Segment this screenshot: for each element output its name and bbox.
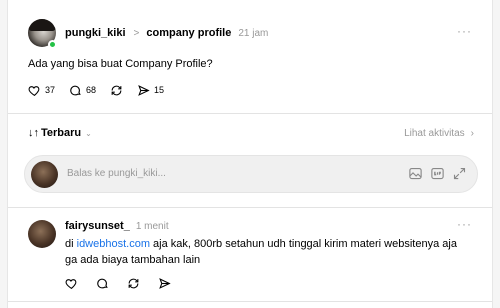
chevron-right-icon: ›: [470, 127, 474, 139]
comment-text-prefix: di: [65, 238, 77, 250]
comment-header: fairysunset_ 1 menit: [65, 220, 169, 232]
gif-icon[interactable]: [430, 166, 445, 181]
view-activity-label: Lihat aktivitas: [404, 127, 465, 139]
comment-repost-button[interactable]: [127, 277, 140, 290]
comment-username[interactable]: fairysunset_: [65, 220, 130, 232]
comment-link[interactable]: idwebhost.com: [77, 238, 150, 250]
post-more-options-icon[interactable]: ···: [457, 24, 472, 38]
heart-icon: [65, 279, 77, 290]
comment-bubble-icon: [70, 85, 81, 95]
expand-icon[interactable]: [452, 166, 467, 181]
divider: [8, 301, 492, 302]
post-username[interactable]: pungki_kiki: [65, 27, 126, 39]
post-time: 21 jam: [238, 27, 269, 39]
comment-share-button[interactable]: [158, 277, 171, 290]
post-header: pungki_kiki > company profile 21 jam: [65, 26, 268, 40]
like-count: 37: [45, 85, 56, 95]
comment-text: di idwebhost.com aja kak, 800rb setahun …: [65, 236, 465, 268]
share-count: 15: [154, 85, 165, 95]
comment-like-button[interactable]: [65, 277, 78, 290]
reply-avatar: [31, 161, 58, 188]
repost-icon: [111, 85, 122, 95]
chevron-down-icon[interactable]: ⌄: [85, 129, 92, 138]
comment-more-options-icon[interactable]: ···: [457, 217, 472, 231]
reply-tools: [401, 166, 467, 181]
comment-time: 1 menit: [135, 220, 169, 232]
thread-card: pungki_kiki > company profile 21 jam ···…: [7, 0, 493, 308]
original-post: pungki_kiki > company profile 21 jam ···…: [8, 0, 492, 106]
online-status-dot: [48, 40, 57, 49]
comment-button[interactable]: 68: [69, 84, 96, 97]
comment-bubble-icon: [97, 278, 108, 289]
comment-item: fairysunset_ 1 menit ··· di idwebhost.co…: [8, 209, 492, 308]
send-icon: [138, 84, 150, 96]
sort-bar: ↓↑ Terbaru ⌄ Lihat aktivitas ›: [28, 126, 474, 140]
repost-icon: [128, 278, 139, 289]
divider: [8, 207, 492, 208]
breadcrumb-separator-icon: >: [133, 27, 140, 39]
sort-label[interactable]: Terbaru: [41, 127, 81, 139]
view-activity-link[interactable]: Lihat aktivitas ›: [404, 128, 474, 139]
comment-actions: [65, 277, 189, 290]
comment-reply-button[interactable]: [96, 277, 109, 290]
like-button[interactable]: 37: [28, 84, 55, 97]
post-community[interactable]: company profile: [146, 27, 231, 39]
comment-avatar[interactable]: [28, 220, 56, 248]
heart-icon: [28, 85, 40, 96]
post-actions: 37 68 15: [28, 83, 178, 97]
sort-icon[interactable]: ↓↑: [28, 127, 39, 139]
send-icon: [159, 278, 171, 289]
reply-placeholder: Balas ke pungki_kiki...: [67, 168, 166, 179]
divider: [8, 113, 492, 114]
repost-button[interactable]: [110, 84, 123, 97]
image-icon[interactable]: [408, 166, 423, 181]
reply-input[interactable]: Balas ke pungki_kiki...: [24, 155, 478, 193]
post-text: Ada yang bisa buat Company Profile?: [28, 58, 213, 70]
comment-count: 68: [86, 85, 97, 95]
avatar-hair: [28, 19, 56, 31]
share-button[interactable]: 15: [137, 84, 164, 97]
